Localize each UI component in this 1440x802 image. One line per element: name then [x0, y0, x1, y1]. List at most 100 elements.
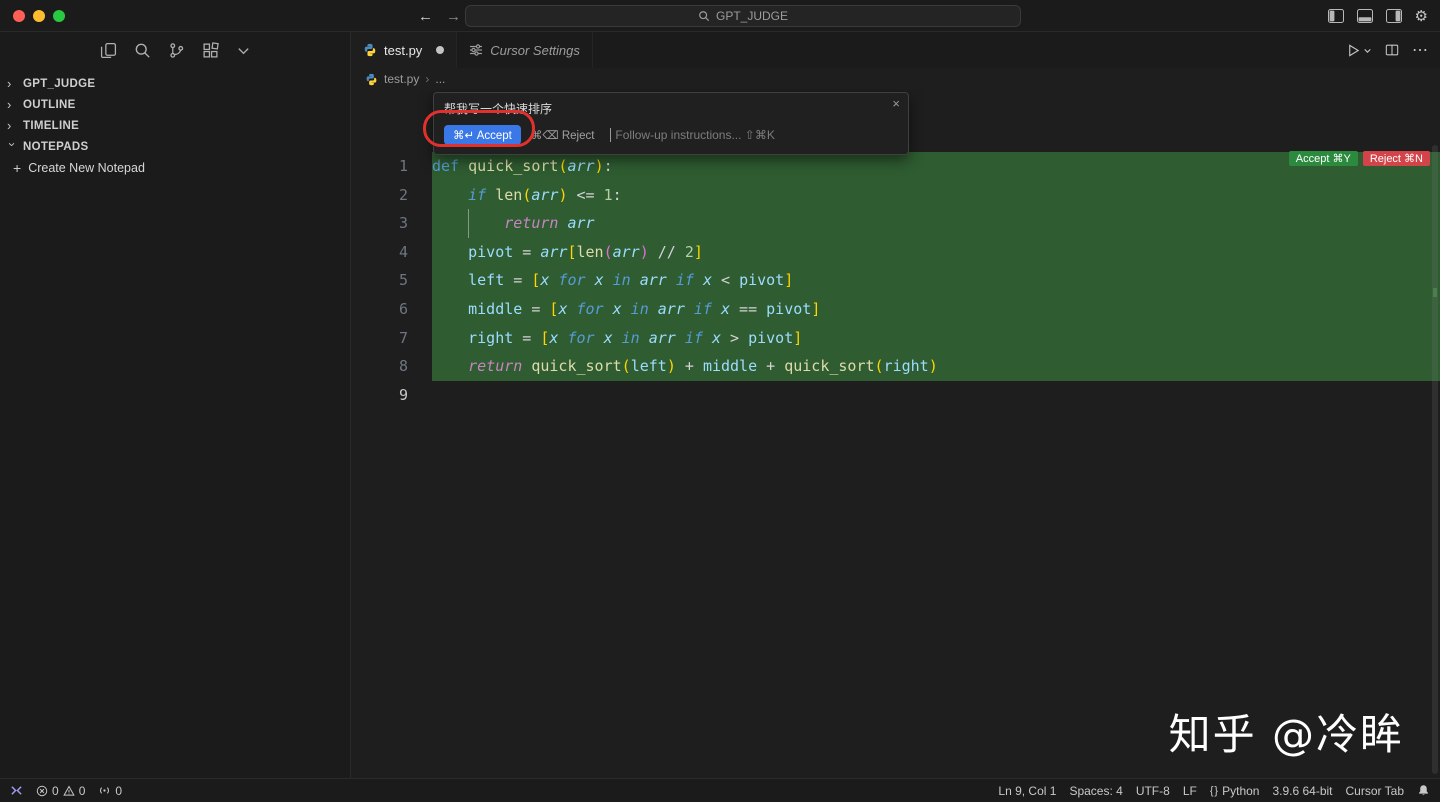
notifications-bell-icon[interactable] [1417, 784, 1430, 797]
python-file-icon [363, 43, 377, 57]
close-icon[interactable]: × [892, 96, 900, 111]
chevron-icon: › [7, 118, 12, 133]
chevron-down-icon[interactable] [236, 43, 251, 58]
more-actions-button[interactable]: ⋯ [1412, 40, 1428, 60]
code-area: 帮我写一个快速排序 ⌘↵ Accept ⌘⌫ Reject Follow-up … [351, 90, 1440, 778]
line-content[interactable]: middle = [x for x in arr if x == pivot] [432, 294, 1440, 324]
accept-button[interactable]: ⌘↵ Accept [444, 125, 521, 145]
chevron-icon: › [7, 76, 12, 91]
sidebar-tree: › GPT_JUDGE › OUTLINE › TIMELINE › NOTEPADS [0, 68, 350, 157]
breadcrumb-file[interactable]: test.py [384, 72, 419, 86]
tab-label: test.py [384, 42, 423, 58]
code-line[interactable]: 8 return quick_sort(left) + middle + qui… [351, 352, 1440, 381]
source-control-icon[interactable] [168, 42, 185, 59]
reject-button[interactable]: ⌘⌫ Reject [531, 128, 595, 142]
breadcrumb-more[interactable]: ... [435, 72, 445, 86]
sidebar-item-timeline[interactable]: › TIMELINE [0, 115, 350, 136]
line-content[interactable]: left = [x for x in arr if x < pivot] [432, 266, 1440, 295]
status-cursor-tab[interactable]: Cursor Tab [1346, 784, 1404, 798]
inline-chat-prompt: 帮我写一个快速排序 [444, 102, 553, 116]
tab-bar: test.py Cursor Settings ⋯ [351, 32, 1440, 68]
chevron-right-icon: › [425, 72, 430, 86]
close-window-button[interactable] [13, 10, 25, 22]
line-number: 5 [398, 271, 408, 290]
ports-indicator[interactable]: 0 [98, 784, 122, 798]
line-number: 6 [398, 299, 408, 318]
run-python-file-button[interactable] [1346, 43, 1372, 58]
titlebar: ← → GPT_JUDGE ⚙ [0, 0, 1440, 32]
chevron-icon: › [7, 97, 12, 112]
line-number: 7 [398, 328, 408, 347]
code-line[interactable]: 3 return arr [351, 209, 1440, 238]
line-content[interactable]: pivot = arr[len(arr) // 2] [432, 237, 1440, 267]
minimize-window-button[interactable] [33, 10, 45, 22]
status-eol[interactable]: LF [1183, 784, 1197, 798]
line-number: 4 [398, 242, 408, 261]
status-python-interpreter[interactable]: 3.9.6 64-bit [1272, 784, 1332, 798]
code-line[interactable]: 5 left = [x for x in arr if x < pivot] [351, 266, 1440, 295]
problems-indicator[interactable]: 0 0 [36, 784, 85, 798]
search-icon [698, 10, 710, 22]
watermark-text: 知乎 @冷眸 [1168, 710, 1404, 759]
sidebar: › GPT_JUDGE › OUTLINE › TIMELINE › NOTEPADS + C… [0, 32, 351, 778]
status-indentation[interactable]: Spaces: 4 [1069, 784, 1122, 798]
status-cursor-position[interactable]: Ln 9, Col 1 [998, 784, 1056, 798]
settings-gear-button[interactable]: ⚙ [1415, 9, 1428, 24]
editor-actions: ⋯ [1346, 32, 1428, 68]
search-icon[interactable] [134, 42, 151, 59]
diff-accept-badge[interactable]: Accept ⌘Y [1288, 151, 1358, 166]
tab-test-py[interactable]: test.py [351, 32, 458, 68]
line-number: 3 [398, 214, 408, 233]
sidebar-item-gpt-judge[interactable]: › GPT_JUDGE [0, 73, 350, 94]
create-new-notepad-button[interactable]: + Create New Notepad [0, 157, 350, 179]
error-icon [36, 785, 48, 796]
tab-cursor-settings[interactable]: Cursor Settings [457, 32, 593, 68]
extensions-icon[interactable] [202, 41, 219, 59]
toggle-secondary-sidebar-button[interactable] [1385, 9, 1402, 23]
modified-dot-icon[interactable] [436, 46, 445, 54]
line-content[interactable]: return arr [432, 209, 1440, 238]
tree-item-label: TIMELINE [23, 119, 80, 132]
line-number: 9 [398, 385, 408, 404]
chevron-icon: › [5, 142, 21, 147]
line-content[interactable]: if len(arr) <= 1: [432, 180, 1440, 210]
zoom-window-button[interactable] [53, 10, 65, 22]
line-content[interactable] [432, 381, 1440, 410]
followup-input[interactable]: Follow-up instructions... ⇧⌘K [610, 128, 775, 142]
line-number: 2 [398, 185, 408, 204]
breadcrumb[interactable]: test.py › ... [351, 68, 1440, 90]
tree-item-label: OUTLINE [23, 98, 76, 111]
line-content[interactable]: right = [x for x in arr if x > pivot] [432, 323, 1440, 353]
split-editor-button[interactable] [1385, 43, 1399, 57]
forward-button[interactable]: → [446, 8, 461, 25]
code-line[interactable]: 6 middle = [x for x in arr if x == pivot… [351, 294, 1440, 324]
remote-indicator[interactable] [10, 784, 23, 797]
sidebar-item-notepads[interactable]: › NOTEPADS [0, 136, 350, 157]
followup-placeholder: Follow-up instructions... ⇧⌘K [615, 128, 775, 142]
back-button[interactable]: ← [418, 8, 433, 25]
toggle-panel-button[interactable] [1356, 9, 1373, 23]
tree-item-label: GPT_JUDGE [23, 77, 96, 90]
status-language[interactable]: { } Python [1210, 784, 1260, 798]
files-icon[interactable] [100, 42, 117, 59]
code-line[interactable]: 4 pivot = arr[len(arr) // 2] [351, 237, 1440, 267]
titlebar-actions: ⚙ [1327, 0, 1428, 32]
tab-label: Cursor Settings [490, 42, 580, 58]
code-line[interactable]: 2 if len(arr) <= 1: [351, 180, 1440, 210]
status-encoding[interactable]: UTF-8 [1136, 784, 1170, 798]
toggle-primary-sidebar-button[interactable] [1327, 9, 1344, 23]
scrollbar-thumb[interactable] [1432, 145, 1438, 774]
activity-bar [0, 32, 350, 68]
line-content[interactable]: return quick_sort(left) + middle + quick… [432, 352, 1440, 381]
diff-action-badges: Accept ⌘Y Reject ⌘N [1288, 151, 1430, 166]
code-line[interactable]: 7 right = [x for x in arr if x > pivot] [351, 323, 1440, 353]
code-line[interactable]: 9 [351, 381, 1440, 410]
sidebar-item-outline[interactable]: › OUTLINE [0, 94, 350, 115]
inline-chat-popup: 帮我写一个快速排序 ⌘↵ Accept ⌘⌫ Reject Follow-up … [433, 92, 909, 155]
command-center-search[interactable]: GPT_JUDGE [465, 5, 1021, 27]
diff-reject-badge[interactable]: Reject ⌘N [1362, 151, 1430, 166]
code-line[interactable]: 1 def quick_sort(arr): [351, 152, 1440, 181]
traffic-lights [13, 10, 65, 22]
editor-scrollbar[interactable] [1430, 90, 1440, 778]
editor-group: test.py Cursor Settings ⋯ test.py › ... … [351, 32, 1440, 778]
